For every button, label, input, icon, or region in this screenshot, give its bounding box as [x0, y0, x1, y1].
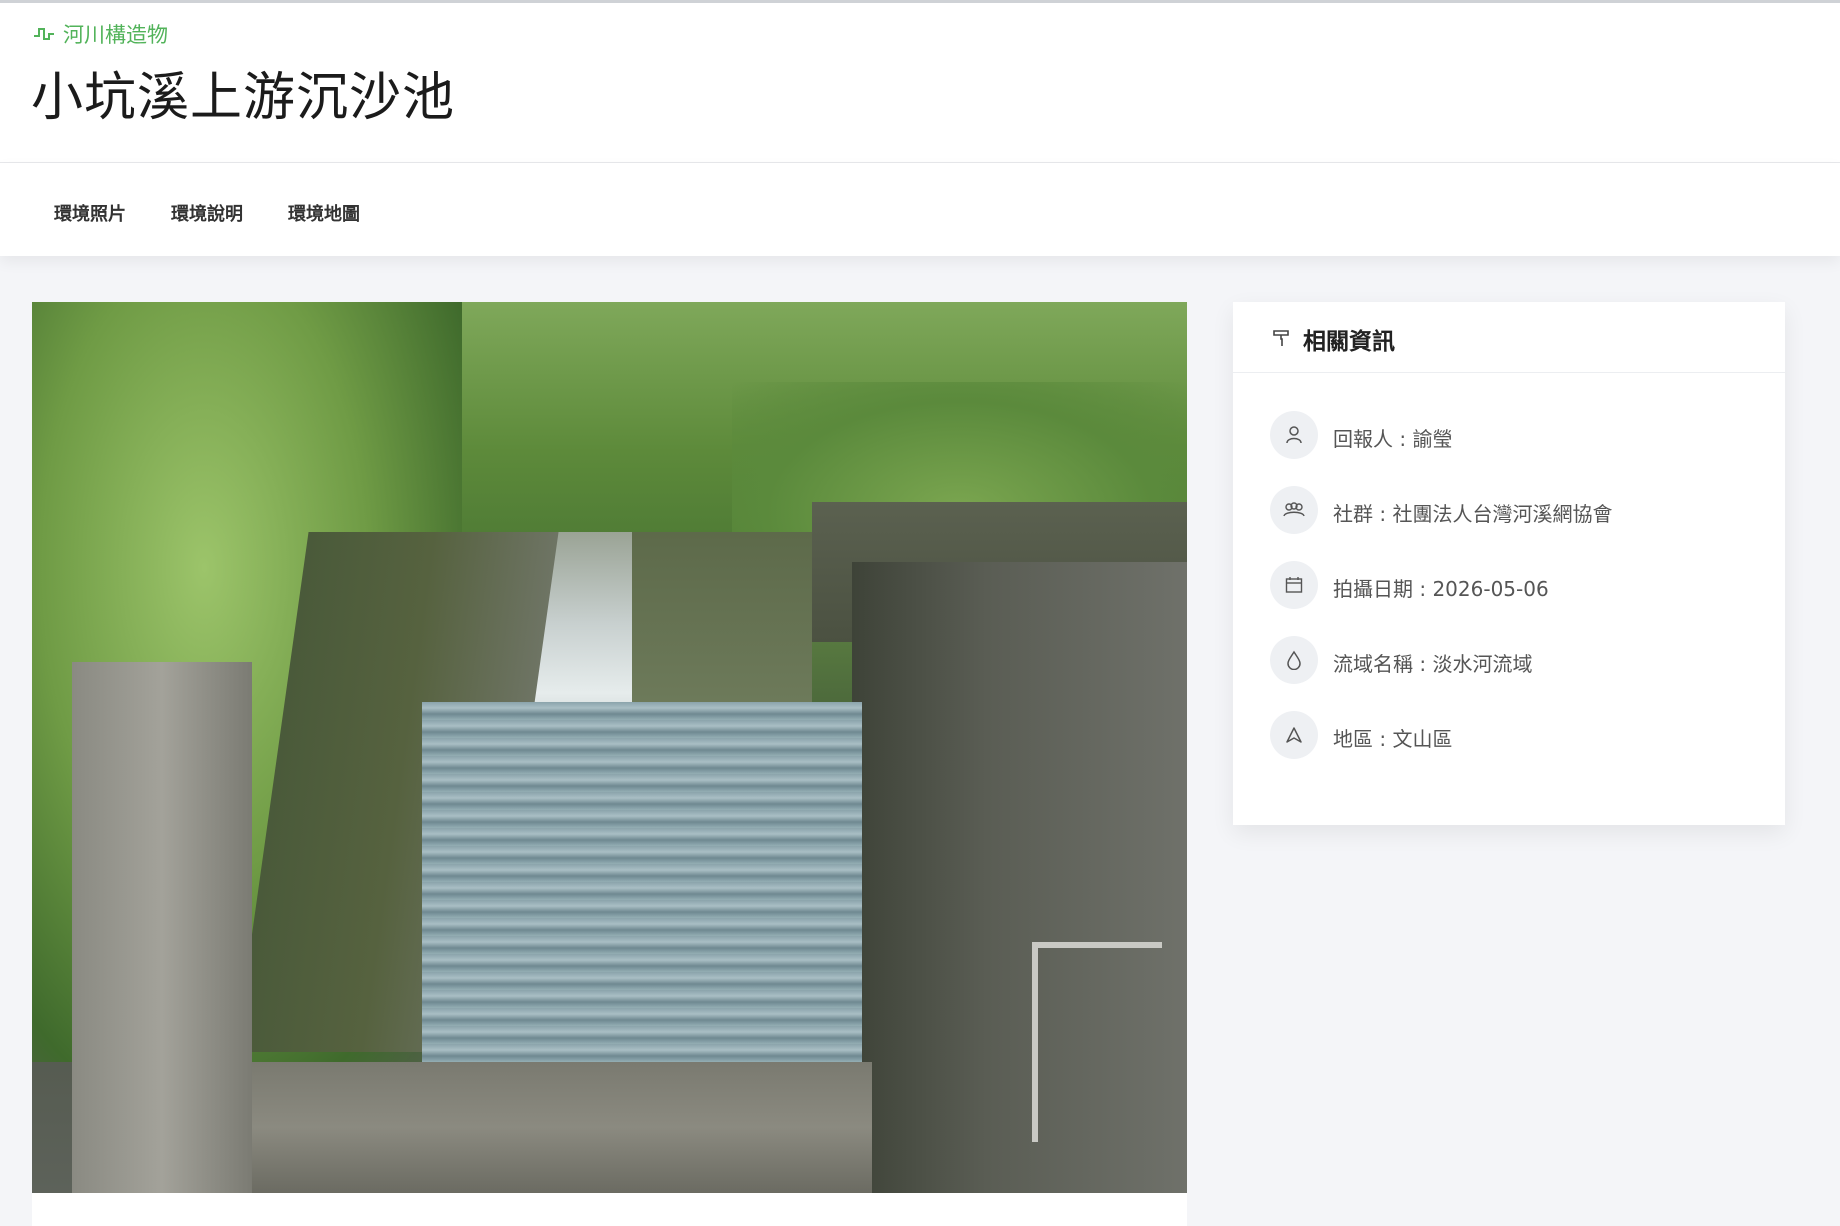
user-icon: [1270, 411, 1318, 459]
group-icon: [1270, 486, 1318, 534]
info-reporter-text: 回報人 : 諭瑩: [1333, 427, 1453, 451]
info-row-district: 地區 : 文山區: [1270, 711, 1770, 767]
location-arrow-icon: [1270, 711, 1318, 759]
info-watershed-text: 流域名稱 : 淡水河流域: [1333, 652, 1533, 676]
calendar-icon: [1270, 561, 1318, 609]
tab-photos[interactable]: 環境照片: [54, 200, 126, 226]
info-row-watershed: 流域名稱 : 淡水河流域: [1270, 636, 1770, 692]
related-info-card: 相關資訊 回報人 : 諭瑩 社群 : 社團法人台灣河溪網協會 拍攝日期 : 20…: [1233, 302, 1785, 825]
environment-photo[interactable]: [32, 302, 1187, 1193]
category-label: 河川構造物: [63, 23, 168, 47]
info-date-text: 拍攝日期 : 2026-05-06: [1333, 577, 1549, 601]
pulse-icon: [34, 28, 54, 40]
info-district-text: 地區 : 文山區: [1333, 727, 1453, 751]
info-community-text: 社群 : 社團法人台灣河溪網協會: [1333, 502, 1613, 526]
page-title: 小坑溪上游沉沙池: [31, 68, 456, 128]
info-card-header: 相關資訊: [1233, 302, 1785, 373]
paint-roller-icon: [1273, 330, 1289, 346]
info-row-date: 拍攝日期 : 2026-05-06: [1270, 561, 1770, 617]
photo-card: [32, 302, 1187, 1226]
category-link[interactable]: 河川構造物: [33, 19, 168, 49]
tab-description[interactable]: 環境說明: [171, 200, 243, 226]
water-drop-icon: [1270, 636, 1318, 684]
tab-bar: 環境照片 環境說明 環境地圖: [0, 163, 1840, 256]
tab-map[interactable]: 環境地圖: [288, 200, 360, 226]
page-header: 河川構造物 小坑溪上游沉沙池: [0, 3, 1840, 163]
info-card-title: 相關資訊: [1303, 329, 1395, 355]
info-row-reporter: 回報人 : 諭瑩: [1270, 411, 1770, 467]
info-row-community: 社群 : 社團法人台灣河溪網協會: [1270, 486, 1770, 542]
